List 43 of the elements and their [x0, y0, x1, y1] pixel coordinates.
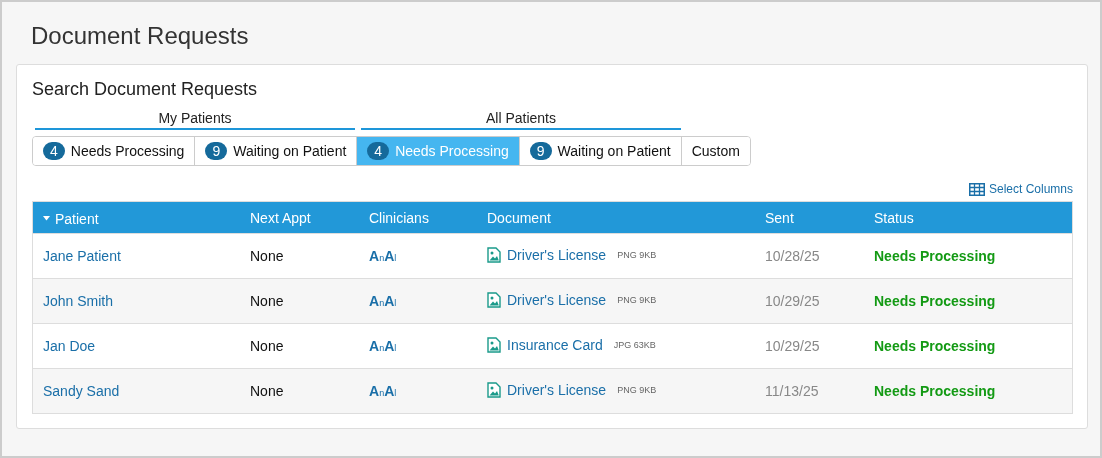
document-link[interactable]: Insurance Card [507, 336, 603, 353]
select-columns-link[interactable]: Select Columns [968, 180, 1073, 198]
table-cell: 11/13/25 [765, 383, 819, 399]
count-badge: 4 [43, 142, 65, 160]
column-header[interactable]: Sent [765, 209, 794, 226]
status-label: Needs Processing [874, 248, 996, 264]
file-info: PNG 9KB [617, 249, 657, 260]
clinician-initials: AnAl [369, 383, 397, 399]
filter-tab[interactable]: 4 Needs Processing [33, 137, 196, 165]
column-header[interactable]: Document [487, 209, 551, 226]
status-label: Needs Processing [874, 338, 996, 354]
clinician-initials: AnAl [369, 293, 397, 309]
count-badge: 4 [367, 142, 390, 160]
table-cell: 10/28/25 [765, 248, 820, 264]
document-link[interactable]: Driver's License [507, 381, 607, 398]
group-label: My Patients [35, 110, 355, 130]
group-label: All Patients [361, 110, 681, 130]
table-cell: 10/29/25 [765, 293, 820, 309]
table-cell: None [250, 293, 284, 309]
file-info: JPG 63KB [613, 339, 656, 350]
table-cell: 10/29/25 [765, 338, 820, 354]
column-header[interactable]: Status [874, 209, 914, 226]
count-badge: 9 [205, 142, 228, 160]
file-info: PNG 9KB [617, 384, 657, 395]
column-header[interactable]: Patient [43, 210, 99, 227]
patient-link[interactable]: Sandy Sand [43, 383, 120, 399]
document-link[interactable]: Driver's License [507, 291, 607, 308]
section-title: Search Document Requests [32, 79, 259, 100]
count-badge: 9 [529, 142, 552, 160]
table-cell: None [250, 248, 284, 264]
page-title: Document Requests [31, 21, 250, 51]
clinician-initials: AnAl [369, 248, 397, 264]
patient-link[interactable]: Jan Doe [43, 338, 96, 354]
filter-tab[interactable]: 4 Needs Processing [357, 137, 520, 165]
clinician-initials: AnAl [369, 338, 397, 354]
status-label: Needs Processing [874, 293, 996, 309]
patient-link[interactable]: Jane Patient [43, 248, 121, 264]
file-info: PNG 9KB [617, 294, 657, 305]
document-link[interactable]: Driver's License [507, 246, 607, 263]
table-cell: None [250, 338, 284, 354]
table-cell: None [250, 383, 284, 399]
status-label: Needs Processing [874, 383, 996, 399]
patient-link[interactable]: John Smith [43, 293, 114, 309]
